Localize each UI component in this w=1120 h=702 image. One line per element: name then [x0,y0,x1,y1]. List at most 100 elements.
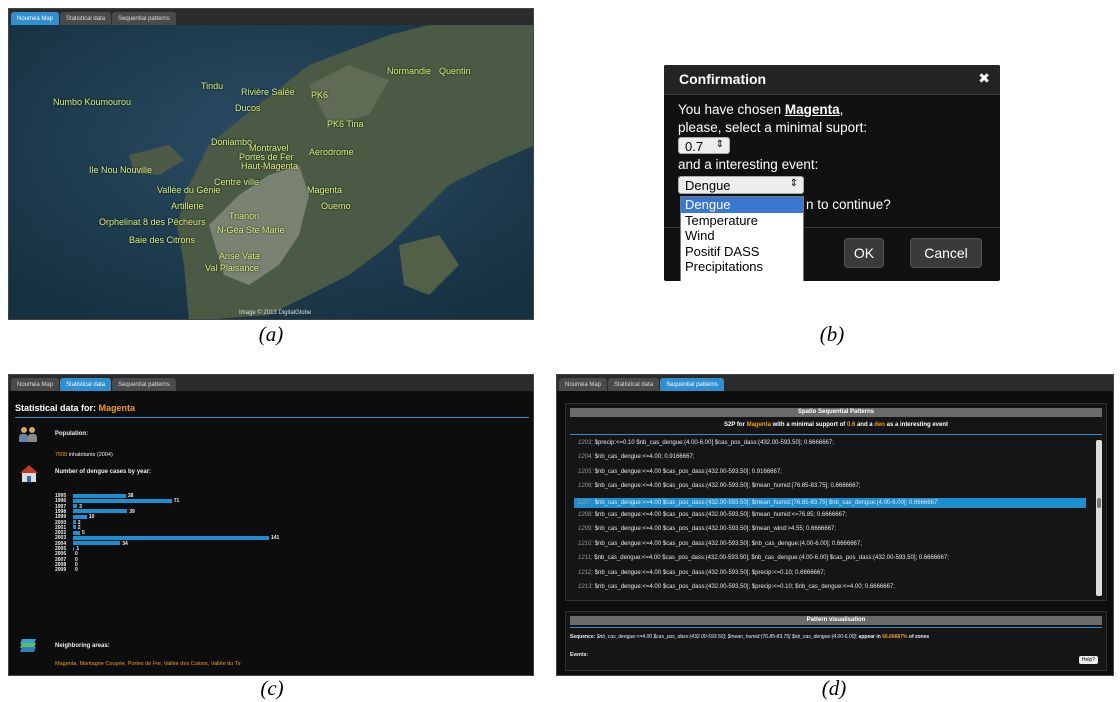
neighbors-list[interactable]: Magenta, Montagne Coupée, Portes de Fer,… [55,661,241,667]
help-button[interactable]: Help? [1078,656,1098,664]
pattern-id: 1203; [578,440,594,446]
map-label[interactable]: Magenta [307,185,342,195]
map-label[interactable]: Normandie [387,66,431,76]
pattern-text: $nb_cas_dengue:<=4.00 $cas_pos_dass:(432… [593,526,837,533]
dropdown-option[interactable]: Positif DASS [681,244,803,260]
satellite-map[interactable]: Normandie Quentin Tindu Numbo Koumourou … [9,25,533,319]
cancel-button[interactable]: Cancel [910,238,982,268]
dengue-bar [73,520,76,524]
neighbors-label: Neighboring areas: [55,643,110,649]
map-label[interactable]: PK6 Tina [327,119,364,129]
pattern-row[interactable]: 1208; $nb_cas_dengue:<=4.00 $cas_pos_das… [578,512,847,518]
panel-map: Nouméa Map Statistical data Sequential p… [8,8,534,320]
stepper-icon: ⇕ [715,139,724,150]
people-icon [19,427,39,443]
pattern-row[interactable]: 1206; $nb_cas_dengue:<=4.00 $cas_pos_das… [578,483,861,489]
map-label[interactable]: Ile Nou Nouville [89,165,152,175]
pattern-row[interactable]: 1211; $nb_cas_dengue:<=4.00 $cas_pos_das… [578,555,949,561]
sequence-label: Sequence: [570,634,597,640]
pattern-list[interactable]: 1203; $precip:<=0.10 $nb_cas_dengue:(4.0… [566,438,1096,598]
pattern-row[interactable]: 1207; $nb_cas_dengue:<=4.00 $cas_pos_das… [574,497,1086,508]
map-label[interactable]: Vallée du Génie [157,185,220,195]
appear-percent: 66.66667% [882,634,908,640]
map-label[interactable]: Trianon [229,211,259,221]
map-label[interactable]: Tindu [201,81,223,91]
support-select[interactable]: 0.7 ⇕ [678,137,730,154]
dengue-bar [73,504,78,509]
dropdown-option[interactable]: Temperature [681,213,803,229]
pattern-row[interactable]: 1205; $nb_cas_dengue:<=4.00 $cas_pos_das… [578,469,782,475]
visualisation-box: Pattern visualisation Sequence: $nb_cas_… [565,611,1107,671]
panel-statistics: Nouméa Map Statistical data Sequential p… [8,374,534,676]
pattern-row[interactable]: 1204; $nb_cas_dengue:<=4.00; 0.9166667; [578,454,694,460]
map-label[interactable]: Numbo Koumourou [53,97,131,107]
sequence-text: Sequence: $nb_cas_dengue:<=4.00 $cas_pos… [570,634,929,640]
visualisation-header: Pattern visualisation [570,616,1102,625]
sequence-value: $nb_cas_dengue:<=4.00 $cas_pos_dass:(432… [596,634,858,640]
dengue-bar-chart: 1995 38 1996 71 1997 3 1998 39 1999 10 2000 2 2001 2 2… [49,493,349,613]
continue-prompt: n to continue? [806,197,891,212]
pattern-row[interactable]: 1210; $nb_cas_dengue:<=4.00 $cas_pos_das… [578,541,862,547]
event-select[interactable]: Dengue ⇕ [678,176,804,194]
population-value: 7508 [55,452,68,458]
map-label[interactable]: Baie des Citrons [129,235,195,245]
close-icon[interactable]: ✖ [978,70,990,87]
map-label[interactable]: Doniambo [211,137,252,147]
bar-value: 0 [75,567,78,574]
map-label[interactable]: Ducos [235,103,261,113]
list-scrollbar[interactable] [1096,440,1102,596]
sub-event: den [874,422,885,428]
pattern-row[interactable]: 1213; $nb_cas_dengue:<=4.00 $cas_pos_das… [578,584,895,590]
dropdown-option[interactable]: Dengue [681,197,803,213]
stats-title: Statistical data for: Magenta [15,403,135,413]
caption-c: (c) [260,676,284,700]
panel-sequential-patterns: Nouméa Map Statistical data Sequential p… [556,374,1114,676]
map-label[interactable]: Artillerie [171,201,204,211]
map-label[interactable]: N-Géa Ste Marie [217,225,285,235]
pattern-id: 1204; [578,454,594,461]
tab-noumea-map[interactable]: Nouméa Map [559,378,608,391]
dropdown-option[interactable]: Wind [681,228,803,244]
dengue-bar [73,546,75,551]
support-value: 0.7 [685,139,704,154]
title-underline [15,417,529,418]
sub-and: and a [855,422,875,428]
tab-noumea-map[interactable]: Nouméa Map [11,378,60,391]
map-label[interactable]: Haut-Magenta [241,161,298,171]
dropdown-option[interactable]: Precipitations [681,259,803,275]
pattern-id: 1209; [578,526,594,533]
event-prompt: and a interesting event: [678,157,819,172]
map-label[interactable]: Ouemo [321,201,351,211]
tab-statistical-data[interactable]: Statistical data [608,378,660,391]
pattern-id: 1206; [578,483,594,490]
map-label[interactable]: Val Plaisance [205,263,259,273]
tab-sequential-patterns[interactable]: Sequential patterns [112,378,176,391]
map-label[interactable]: Rivière Salée [241,87,295,97]
chosen-area-text: You have chosen Magenta, [678,102,843,117]
dialog-title: Confirmation [679,71,767,87]
ok-button[interactable]: OK [844,238,884,268]
tab-bar: Nouméa Map Statistical data Sequential p… [9,9,533,25]
map-label[interactable]: Anse Vata [219,251,260,261]
dengue-label: Number of dengue cases by year: [55,469,152,475]
tab-sequential-patterns[interactable]: Sequential patterns [112,12,176,25]
pattern-id: 1208; [578,512,594,518]
bar-value: 39 [129,508,135,515]
caption-d: (d) [821,676,847,700]
tab-statistical-data[interactable]: Statistical data [60,12,112,25]
event-dropdown-list: Dengue Temperature Wind Positif DASS Pre… [680,196,804,281]
tab-statistical-data[interactable]: Statistical data [60,378,112,391]
map-label[interactable]: Centre ville [214,177,259,187]
sub-post: as a interesting event [884,422,948,428]
pattern-row[interactable]: 1203; $precip:<=0.10 $nb_cas_dengue:(4.0… [578,440,834,446]
map-credit: Image © 2013 DigitalGlobe [239,310,312,316]
tab-sequential-patterns[interactable]: Sequential patterns [660,378,724,391]
chosen-suffix: , [839,102,844,117]
tab-noumea-map[interactable]: Nouméa Map [11,12,60,25]
map-label[interactable]: Aerodrome [309,147,354,157]
map-label[interactable]: Quentin [439,66,471,76]
pattern-row[interactable]: 1212; $nb_cas_dengue:<=4.00 $cas_pos_das… [578,570,825,576]
map-label[interactable]: PK6 [311,90,328,100]
map-label[interactable]: Orphelinat 8 des Pêcheurs [99,217,206,227]
pattern-row[interactable]: 1209; $nb_cas_dengue:<=4.00 $cas_pos_das… [578,526,836,532]
